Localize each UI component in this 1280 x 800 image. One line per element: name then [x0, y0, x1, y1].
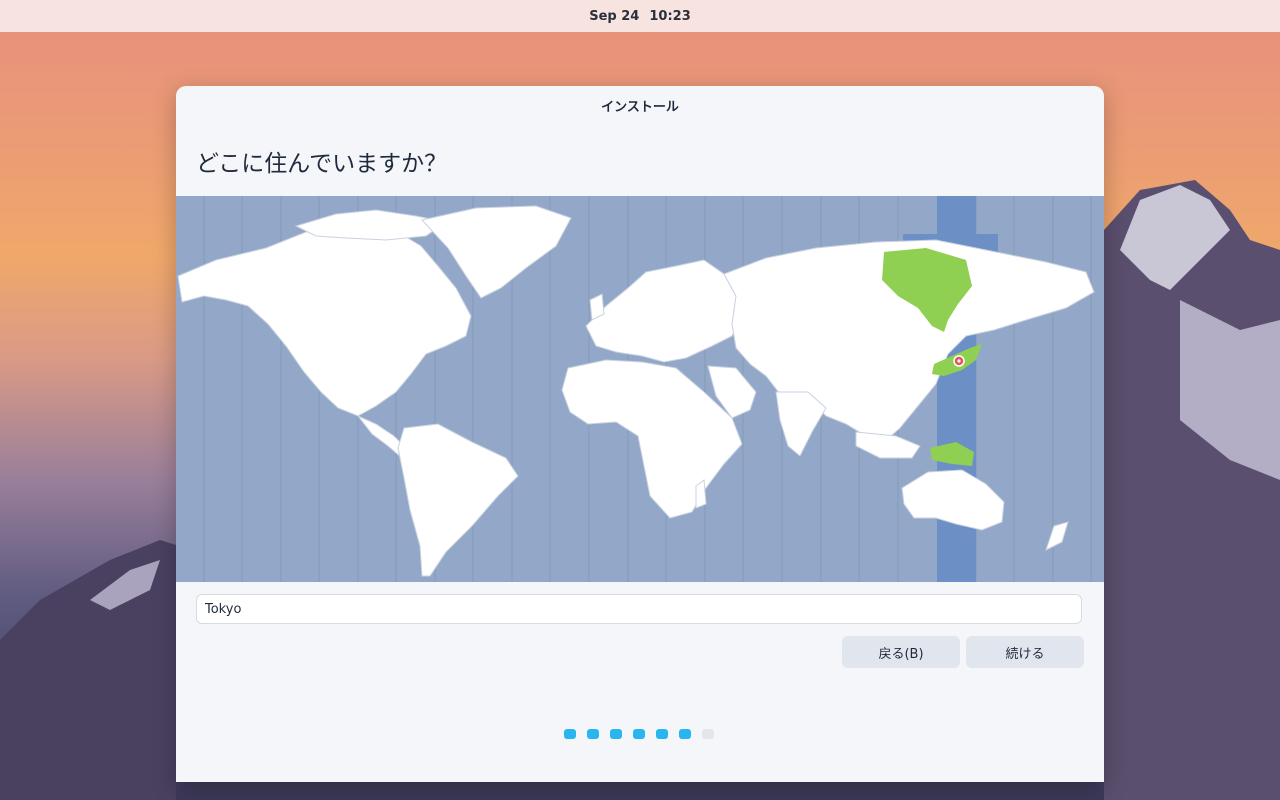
world-map-svg[interactable] — [176, 196, 1104, 582]
progress-dot-pending — [702, 729, 714, 739]
page-heading: どこに住んでいますか？ — [196, 151, 448, 177]
location-pin-icon[interactable] — [953, 355, 965, 367]
back-button[interactable]: 戻る(B) — [842, 636, 960, 668]
clock-date[interactable]: Sep 24 — [589, 9, 639, 24]
top-bar: Sep 24 10:23 — [0, 0, 1280, 32]
progress-dot-complete — [587, 729, 599, 739]
progress-dot-complete — [633, 729, 645, 739]
progress-dots — [564, 729, 714, 739]
progress-dot-complete — [564, 729, 576, 739]
progress-dot-complete — [610, 729, 622, 739]
timezone-search-input[interactable] — [196, 594, 1082, 624]
timezone-map[interactable] — [176, 196, 1104, 582]
window-titlebar: インストール — [176, 86, 1104, 124]
clock-time[interactable]: 10:23 — [649, 9, 690, 24]
installer-window: インストール どこに住んでいますか？ Tokyo 戻る(B) 続ける — [176, 86, 1104, 782]
window-title: インストール — [601, 99, 679, 115]
progress-dot-complete — [656, 729, 668, 739]
continue-button[interactable]: 続ける — [966, 636, 1084, 668]
progress-dot-complete — [679, 729, 691, 739]
